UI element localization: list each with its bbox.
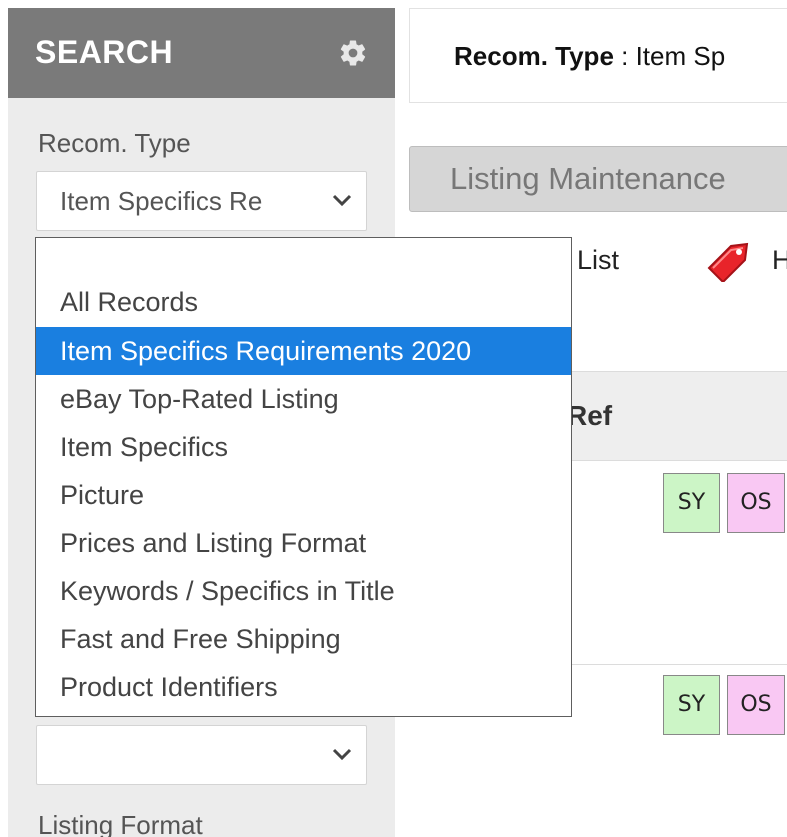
dropdown-option-picture[interactable]: Picture [36,471,571,519]
badge-sy: SY [663,675,720,735]
sidebar-header: SEARCH [8,8,395,98]
badge-os: OS [727,675,785,735]
dropdown-option-all-records[interactable]: All Records [36,278,571,326]
chevron-down-icon [332,748,352,761]
dropdown-option-keywords-specifics-in-title[interactable]: Keywords / Specifics in Title [36,567,571,615]
dropdown-option-fast-and-free-shipping[interactable]: Fast and Free Shipping [36,615,571,663]
recom-type-select[interactable]: Item Specifics Re [36,171,367,231]
list-link[interactable]: List [577,245,619,276]
recom-type-summary-sep: : [613,41,636,71]
recom-type-summary-key: Recom. Type [454,41,614,71]
listing-maintenance-label: Listing Maintenance [450,161,726,196]
recom-type-label: Recom. Type [38,128,191,158]
recom-type-summary: Recom. Type : Item Sp [409,8,787,103]
h-link[interactable]: H [772,245,787,276]
chevron-down-icon [332,194,352,207]
recom-type-dropdown-list: All Records Item Specifics Requirements … [35,237,572,717]
badge-sy: SY [663,473,720,533]
sidebar-title: SEARCH [35,34,174,70]
dropdown-option-product-identifiers[interactable]: Product Identifiers [36,663,571,711]
price-tag-icon[interactable] [703,238,751,282]
secondary-select[interactable] [36,725,367,785]
gear-icon[interactable] [338,38,368,68]
listing-maintenance-button[interactable]: Listing Maintenance [409,146,787,212]
recom-type-select-value: Item Specifics Re [60,186,263,216]
recom-type-summary-text: Recom. Type : Item Sp [454,41,725,72]
badge-os: OS [727,473,785,533]
dropdown-option-prices-and-listing-format[interactable]: Prices and Listing Format [36,519,571,567]
listing-format-label: Listing Format [38,810,203,837]
recom-type-summary-value: Item Sp [635,41,726,71]
dropdown-option-ebay-top-rated-listing[interactable]: eBay Top-Rated Listing [36,375,571,423]
table-header-ref: Ref [567,400,613,431]
dropdown-option-item-specifics-requirements-2020[interactable]: Item Specifics Requirements 2020 [36,327,571,375]
dropdown-option-item-specifics[interactable]: Item Specifics [36,423,571,471]
